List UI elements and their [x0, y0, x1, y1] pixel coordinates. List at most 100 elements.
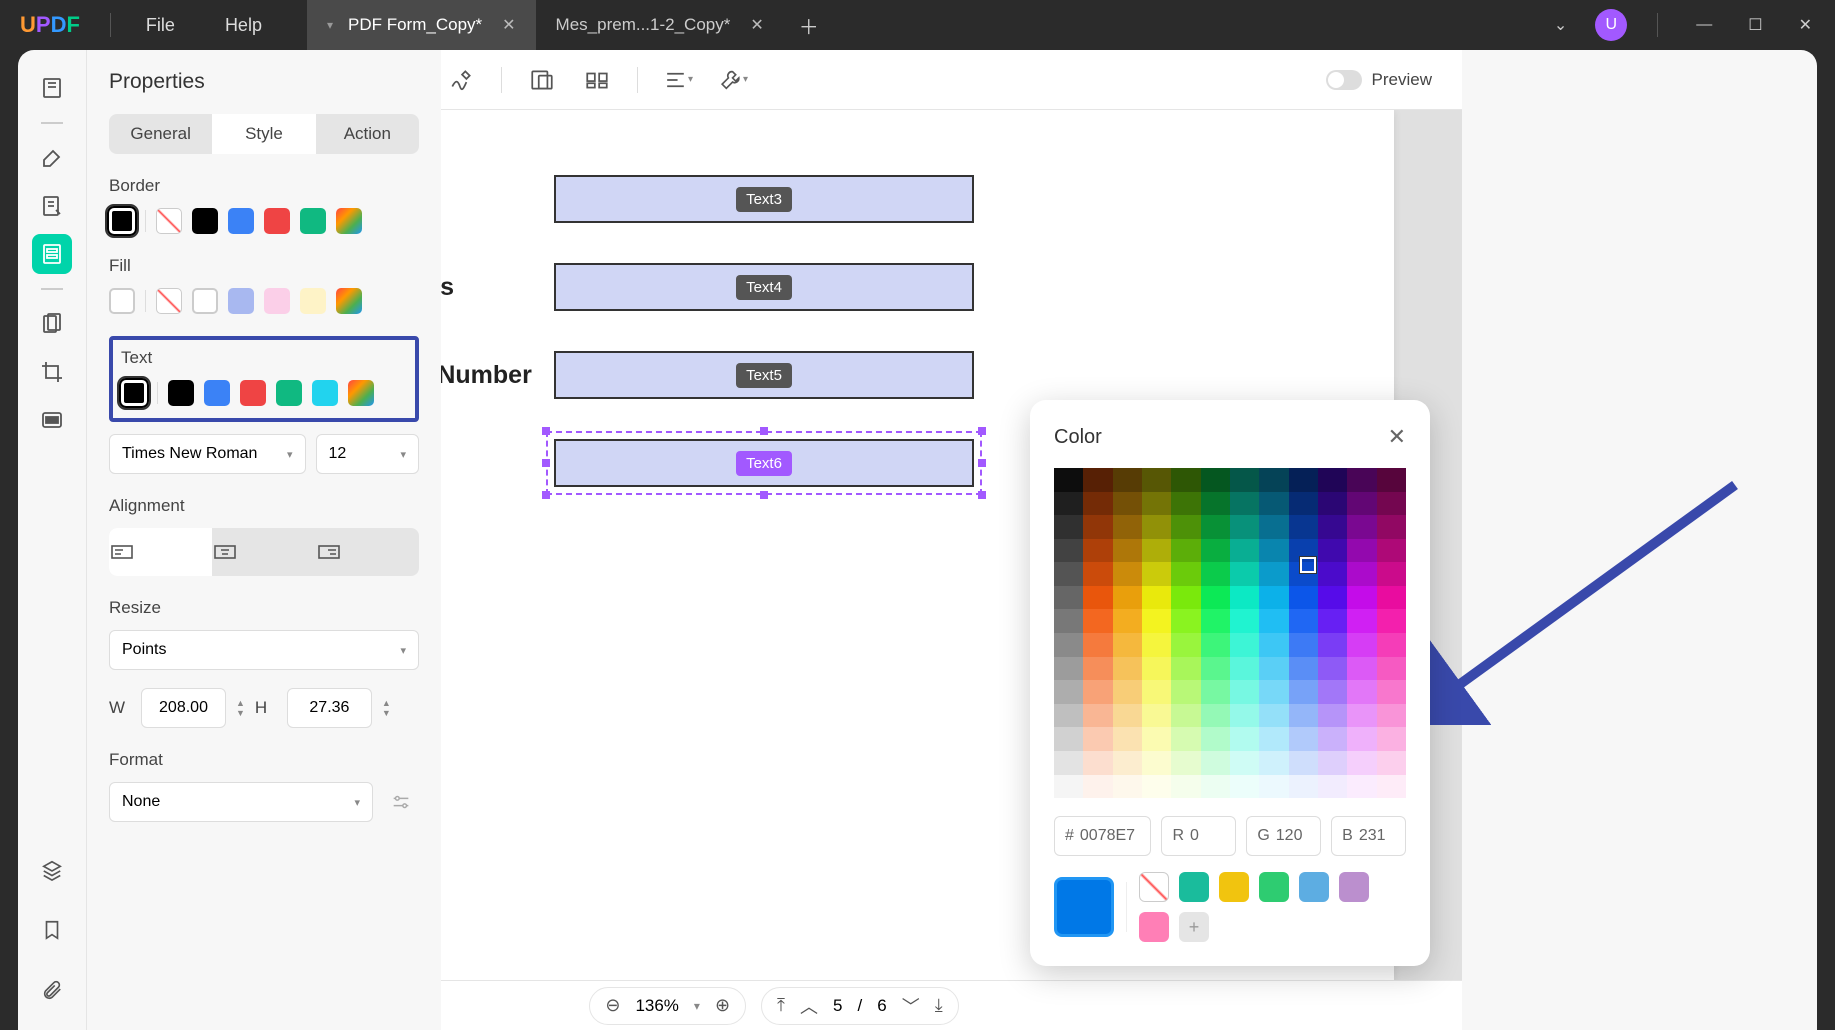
align-tool[interactable]: ▾ [663, 65, 693, 95]
tab-action[interactable]: Action [316, 114, 419, 154]
zoom-dropdown[interactable]: ▾ [694, 999, 700, 1013]
swatch-custom[interactable] [336, 288, 362, 314]
layers-icon[interactable] [32, 850, 72, 890]
swatch-cyan[interactable] [312, 380, 338, 406]
attachment-icon[interactable] [32, 970, 72, 1010]
section-border: Border [109, 176, 419, 196]
separator [41, 288, 63, 290]
swatch-red[interactable] [240, 380, 266, 406]
close-button[interactable]: ✕ [1791, 15, 1820, 35]
swatch-custom[interactable] [336, 208, 362, 234]
swatch-cream[interactable] [300, 288, 326, 314]
edit-icon[interactable] [32, 186, 72, 226]
height-stepper[interactable]: ▲▼ [382, 698, 391, 718]
bookmark-icon[interactable] [32, 910, 72, 950]
close-icon[interactable]: ✕ [750, 15, 763, 35]
preset-pink[interactable] [1139, 912, 1169, 942]
preset-purple[interactable] [1339, 872, 1369, 902]
image-field-tool[interactable] [527, 65, 557, 95]
first-page-button[interactable]: ⤒ [777, 995, 785, 1016]
font-family-select[interactable]: Times New Roman▾ [109, 434, 306, 474]
menu-help[interactable]: Help [200, 15, 287, 36]
swatch-red[interactable] [264, 208, 290, 234]
height-input[interactable] [287, 688, 372, 728]
tab-mes-prem[interactable]: Mes_prem...1-2_Copy* ✕ [536, 0, 784, 50]
preset-add[interactable]: + [1179, 912, 1209, 942]
signature-tool[interactable] [446, 65, 476, 95]
swatch-blue[interactable] [204, 380, 230, 406]
last-page-button[interactable]: ⤓ [935, 995, 943, 1016]
maximize-button[interactable]: ☐ [1740, 15, 1770, 35]
swatch-custom[interactable] [348, 380, 374, 406]
zoom-out-button[interactable]: ⊖ [605, 995, 620, 1016]
highlight-icon[interactable] [32, 138, 72, 178]
swatch-white[interactable] [192, 288, 218, 314]
divider [1657, 13, 1658, 37]
swatch-current[interactable] [121, 380, 147, 406]
swatch-green[interactable] [276, 380, 302, 406]
minimize-button[interactable]: — [1688, 16, 1720, 34]
zoom-value[interactable]: 136% [635, 996, 678, 1016]
swatch-black[interactable] [192, 208, 218, 234]
preview-toggle[interactable] [1326, 70, 1362, 90]
text-field[interactable]: Text5 [554, 351, 974, 399]
divider [145, 290, 146, 312]
section-text: Text [121, 348, 407, 368]
format-select[interactable]: None▾ [109, 782, 373, 822]
swatch-none[interactable] [156, 208, 182, 234]
swatch-none[interactable] [156, 288, 182, 314]
tab-style[interactable]: Style [212, 114, 315, 154]
align-right-button[interactable] [316, 528, 419, 576]
preset-green[interactable] [1259, 872, 1289, 902]
reader-icon[interactable] [32, 68, 72, 108]
menu-file[interactable]: File [121, 15, 200, 36]
close-icon[interactable]: ✕ [502, 15, 515, 35]
zoom-in-button[interactable]: ⊕ [715, 995, 730, 1016]
swatch-green[interactable] [300, 208, 326, 234]
close-icon[interactable]: ✕ [1388, 424, 1406, 450]
align-center-button[interactable] [212, 528, 315, 576]
avatar[interactable]: U [1595, 9, 1627, 41]
resize-unit-select[interactable]: Points▾ [109, 630, 419, 670]
swatch-current[interactable] [109, 208, 135, 234]
preset-teal[interactable] [1179, 872, 1209, 902]
add-tab-button[interactable]: ＋ [784, 11, 834, 40]
fill-swatches [109, 288, 419, 314]
titlebar: UPDF File Help ▾ PDF Form_Copy* ✕ Mes_pr… [0, 0, 1835, 50]
swatch-current[interactable] [109, 288, 135, 314]
text-field[interactable]: Text4 [554, 263, 974, 311]
date-field-tool[interactable] [582, 65, 612, 95]
text-field-selected[interactable]: Text6 [554, 439, 974, 487]
tab-pdf-form[interactable]: ▾ PDF Form_Copy* ✕ [307, 0, 536, 50]
preset-skyblue[interactable] [1299, 872, 1329, 902]
next-page-button[interactable]: ﹀ [902, 993, 920, 1019]
preset-yellow[interactable] [1219, 872, 1249, 902]
r-input[interactable]: R0 [1161, 816, 1236, 856]
chevron-down-icon[interactable]: ⌄ [1546, 15, 1575, 35]
align-left-button[interactable] [109, 528, 212, 576]
swatch-lightblue[interactable] [228, 288, 254, 314]
color-grid[interactable] [1054, 468, 1406, 798]
g-input[interactable]: G120 [1246, 816, 1321, 856]
width-input[interactable] [141, 688, 226, 728]
settings-icon[interactable] [383, 782, 419, 822]
tab-general[interactable]: General [109, 114, 212, 154]
swatch-blue[interactable] [228, 208, 254, 234]
crop-icon[interactable] [32, 352, 72, 392]
width-stepper[interactable]: ▲▼ [236, 698, 245, 718]
selected-field-wrap[interactable]: Text6 [554, 439, 974, 487]
form-icon[interactable] [32, 234, 72, 274]
prev-page-button[interactable]: ︿ [800, 993, 818, 1019]
font-size-select[interactable]: 12▾ [316, 434, 420, 474]
page-current[interactable]: 5 [833, 996, 842, 1016]
b-input[interactable]: B231 [1331, 816, 1406, 856]
swatch-pink[interactable] [264, 288, 290, 314]
organize-icon[interactable] [32, 304, 72, 344]
alignment-group [109, 528, 419, 576]
redact-icon[interactable] [32, 400, 72, 440]
swatch-black[interactable] [168, 380, 194, 406]
tools-menu[interactable]: ▾ [718, 65, 748, 95]
text-field[interactable]: Text3 [554, 175, 974, 223]
preset-none[interactable] [1139, 872, 1169, 902]
hex-input[interactable]: #0078E7 [1054, 816, 1151, 856]
